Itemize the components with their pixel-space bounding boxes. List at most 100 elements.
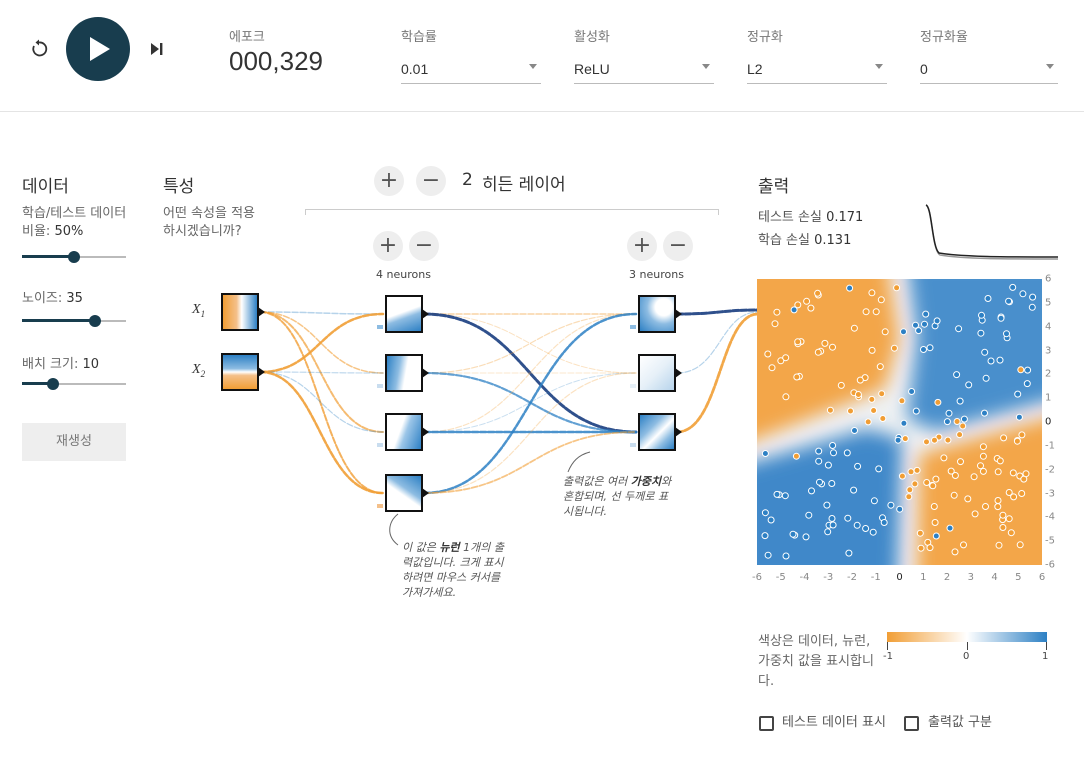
data-point	[843, 449, 851, 457]
discretize-output-checkbox[interactable]	[904, 716, 919, 731]
neuron-l1-3[interactable]	[385, 413, 423, 451]
link-weight[interactable]	[258, 370, 385, 495]
link-weight[interactable]	[675, 312, 760, 434]
data-point	[929, 482, 937, 490]
scale-tick-label: -1	[883, 651, 893, 662]
node-arrow	[422, 427, 429, 437]
data-point	[896, 505, 904, 513]
x-tick-label: -4	[799, 572, 810, 583]
data-point	[764, 350, 772, 358]
data-point	[912, 407, 920, 415]
node-arrow	[258, 307, 265, 317]
data-point	[911, 480, 919, 488]
data-point	[1024, 366, 1032, 374]
x-tick-label: -2	[847, 572, 857, 583]
bias-marker	[377, 504, 383, 508]
data-point	[767, 516, 775, 524]
data-point	[862, 525, 870, 532]
data-point	[898, 472, 906, 480]
neuron-l1-2[interactable]	[385, 354, 423, 392]
feature-x2-node[interactable]	[221, 353, 259, 391]
data-point	[964, 495, 972, 503]
y-tick-label: -4	[1045, 511, 1055, 523]
data-point	[922, 310, 930, 318]
data-point	[768, 364, 776, 372]
data-point	[877, 296, 885, 304]
data-point	[864, 418, 872, 426]
data-point	[771, 320, 779, 328]
data-point	[1022, 470, 1030, 478]
link-weight[interactable]	[422, 312, 638, 495]
neuron-l2-3[interactable]	[638, 413, 676, 451]
link-weight[interactable]	[423, 313, 637, 374]
output-heatmap[interactable]	[757, 279, 1042, 565]
x-tick-label: 0	[896, 572, 903, 583]
discretize-output-label[interactable]: 출력값 구분	[928, 713, 992, 733]
data-point	[934, 398, 942, 406]
data-point	[816, 478, 823, 486]
y-tick-label: 6	[1045, 273, 1052, 285]
data-point	[870, 407, 878, 414]
link-weight[interactable]	[675, 308, 760, 316]
data-point	[828, 480, 836, 487]
data-point	[876, 363, 884, 371]
data-point	[845, 549, 853, 557]
node-arrow	[675, 368, 682, 378]
feature-x1-node[interactable]	[221, 293, 259, 331]
data-point	[923, 438, 930, 446]
link-weight[interactable]	[258, 312, 385, 374]
data-point	[977, 462, 984, 470]
neuron-note: 이 값은 뉴런 1개의 출력값입니다. 크게 표시하려면 마우스 커서를 가져가…	[402, 541, 504, 599]
data-point	[898, 397, 906, 405]
data-point	[824, 461, 832, 469]
data-point	[862, 308, 870, 316]
data-point	[856, 376, 864, 384]
data-point	[761, 450, 769, 457]
data-point	[1018, 431, 1026, 439]
data-point	[847, 407, 854, 415]
x-tick-label: 5	[1015, 572, 1022, 583]
data-point	[881, 328, 889, 336]
data-point	[930, 503, 938, 510]
data-point	[957, 458, 964, 466]
link-weight[interactable]	[259, 371, 384, 374]
annotation-curve	[389, 513, 399, 546]
data-point	[982, 374, 990, 382]
link-weight[interactable]	[676, 311, 759, 374]
data-point	[1018, 490, 1026, 497]
neuron-l1-1[interactable]	[385, 295, 423, 333]
data-point	[830, 449, 837, 457]
node-arrow	[422, 488, 429, 498]
data-point	[960, 541, 967, 549]
data-point	[868, 395, 876, 403]
show-test-data-label[interactable]: 테스트 데이터 표시	[782, 713, 898, 733]
node-arrow	[675, 427, 682, 437]
data-point	[932, 532, 940, 540]
neuron-l1-4[interactable]	[385, 474, 423, 512]
test-loss: 테스트 손실 0.171	[758, 210, 864, 225]
data-point	[894, 436, 902, 444]
link-weight[interactable]	[259, 371, 384, 433]
data-point	[773, 308, 781, 316]
y-tick-label: 0	[1045, 416, 1052, 428]
node-arrow	[675, 309, 682, 319]
data-point	[979, 452, 987, 460]
data-point	[875, 465, 883, 473]
data-point	[984, 295, 992, 302]
data-point	[950, 491, 958, 499]
y-tick-label: -5	[1045, 535, 1055, 547]
neuron-l2-1[interactable]	[638, 295, 676, 333]
annotation-curve	[567, 451, 591, 473]
y-tick-label: 4	[1045, 321, 1052, 333]
data-point	[781, 492, 789, 500]
data-point	[793, 373, 801, 381]
show-test-data-checkbox[interactable]	[759, 716, 774, 731]
x-tick-label: 6	[1038, 572, 1046, 583]
data-point	[851, 427, 858, 434]
data-point	[1005, 297, 1013, 305]
neuron-l2-2[interactable]	[638, 354, 676, 392]
data-point	[926, 344, 934, 352]
link-weight[interactable]	[259, 311, 384, 494]
data-point	[1028, 303, 1036, 311]
x-tick-label: -5	[775, 572, 786, 583]
